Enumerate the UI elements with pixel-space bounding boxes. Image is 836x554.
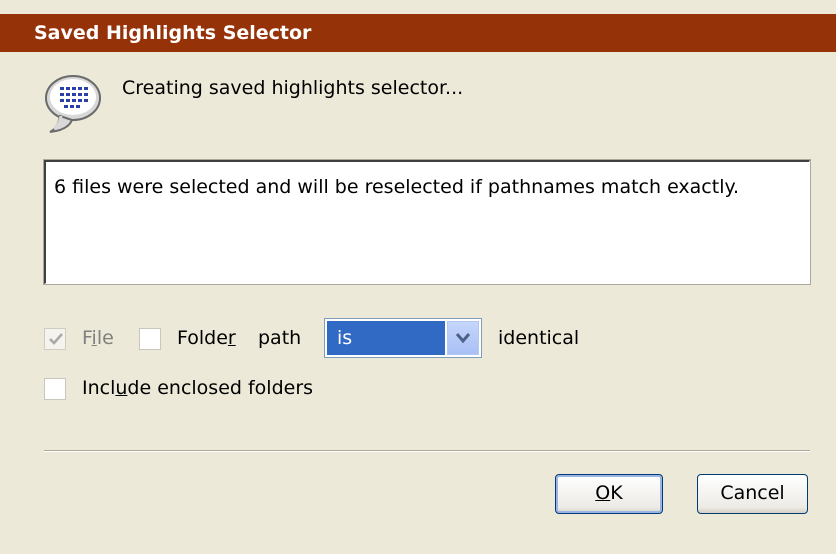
dropdown-arrow-button[interactable] <box>447 321 479 355</box>
speech-bubble-icon <box>42 72 108 136</box>
folder-checkbox-label: Folder <box>177 327 236 349</box>
details-text: 6 files were selected and will be resele… <box>54 176 740 198</box>
path-label: path <box>258 327 302 349</box>
chevron-down-icon <box>455 333 471 344</box>
checkmark-icon <box>49 333 63 345</box>
file-checkbox-label: File <box>82 327 114 349</box>
dialog-title-bar[interactable]: Saved Highlights Selector <box>0 14 836 52</box>
dialog-title: Saved Highlights Selector <box>34 22 312 44</box>
include-enclosed-folders-label: Include enclosed folders <box>82 377 314 399</box>
match-type-selected-value: is <box>327 321 445 355</box>
folder-checkbox[interactable] <box>139 328 161 350</box>
include-enclosed-folders-checkbox[interactable] <box>44 378 66 400</box>
ok-button[interactable]: OK <box>555 474 663 514</box>
identical-label: identical <box>498 327 580 349</box>
match-type-dropdown[interactable]: is <box>324 318 482 358</box>
cancel-button[interactable]: Cancel <box>697 474 808 514</box>
details-text-area[interactable]: 6 files were selected and will be resele… <box>43 159 811 285</box>
file-checkbox[interactable] <box>44 328 66 350</box>
status-message: Creating saved highlights selector... <box>122 77 464 99</box>
divider <box>44 450 810 452</box>
